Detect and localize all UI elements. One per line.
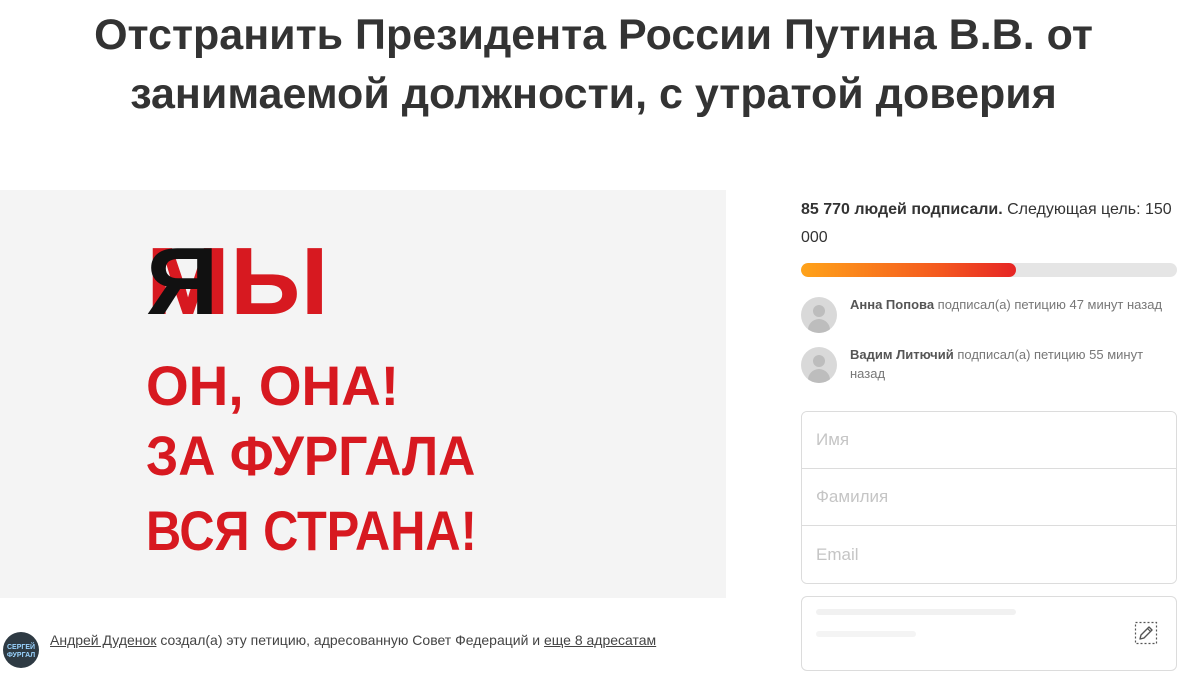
author-text: Андрей Дуденок создал(а) эту петицию, ад… <box>50 628 670 653</box>
signer-name: Вадим Литючий <box>850 347 954 362</box>
author-text-middle: создал(а) эту петицию, адресованную Сове… <box>156 632 545 648</box>
recent-signer: Анна Попова подписал(а) петицию 47 минут… <box>801 294 1177 334</box>
last-name-field[interactable] <box>802 469 1176 526</box>
comment-field[interactable] <box>801 596 1177 671</box>
petition-image: Я МЫ ОН, ОНА! ЗА ФУРГАЛА ВСЯ СТРАНА! <box>0 190 726 598</box>
image-line-4: ВСЯ СТРАНА! <box>146 499 477 562</box>
user-avatar-icon <box>801 297 837 333</box>
petition-title: Отстранить Президента России Путина В.В.… <box>94 11 1093 118</box>
recent-signer: Вадим Литючий подписал(а) петицию 55 мин… <box>801 344 1177 384</box>
email-field[interactable] <box>802 526 1176 583</box>
image-letter-ya: Я <box>146 228 219 335</box>
progress-bar-fill <box>801 263 1016 277</box>
user-avatar-icon <box>801 347 837 383</box>
recent-signer-text: Анна Попова подписал(а) петицию 47 минут… <box>850 295 1170 314</box>
sign-form <box>801 411 1177 584</box>
author-link[interactable]: Андрей Дуденок <box>50 632 156 648</box>
edit-icon[interactable] <box>1134 621 1158 645</box>
author-avatar[interactable]: СЕРГЕЙ ФУРГАЛ <box>3 632 39 668</box>
avatar-text-2: ФУРГАЛ <box>6 652 36 659</box>
progress-bar <box>801 263 1177 277</box>
image-line-2: ОН, ОНА! <box>146 354 400 417</box>
image-line-1: Я МЫ <box>146 234 329 330</box>
more-recipients-link[interactable]: еще 8 адресатам <box>544 632 656 648</box>
signer-name: Анна Попова <box>850 297 935 312</box>
comment-placeholder-line <box>816 631 916 637</box>
petition-author: СЕРГЕЙ ФУРГАЛ Андрей Дуденок создал(а) э… <box>0 624 726 684</box>
signature-count: 85 770 людей подписали. Следующая цель: … <box>801 196 1177 252</box>
avatar-text-1: СЕРГЕЙ <box>6 644 36 651</box>
signature-count-bold: 85 770 людей подписали. <box>801 201 1003 218</box>
comment-placeholder-line <box>816 609 1016 615</box>
image-line-3: ЗА ФУРГАЛА <box>146 424 476 487</box>
first-name-field[interactable] <box>802 412 1176 469</box>
signer-action: подписал(а) петицию 47 минут назад <box>934 297 1163 312</box>
recent-signer-text: Вадим Литючий подписал(а) петицию 55 мин… <box>850 345 1170 383</box>
